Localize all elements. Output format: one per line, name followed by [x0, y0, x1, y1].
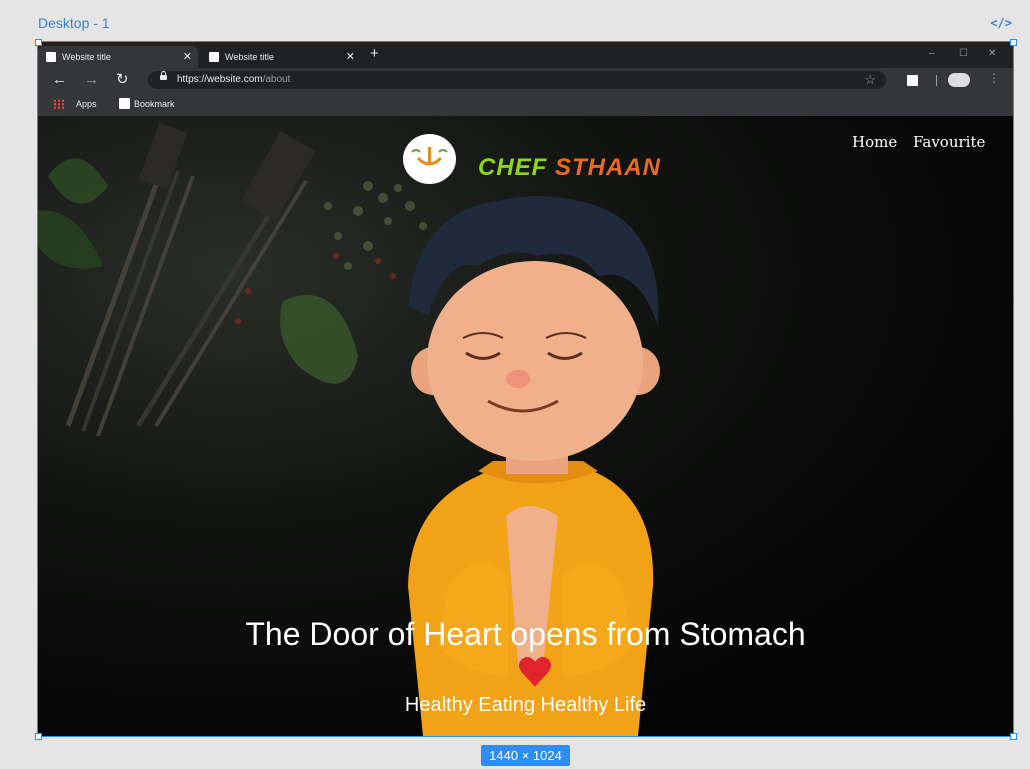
heart-icon [518, 656, 552, 687]
close-window-icon[interactable]: ✕ [988, 48, 996, 59]
tab-title: Website title [225, 52, 274, 62]
bookmark-item[interactable]: Bookmark [134, 92, 175, 116]
code-view-icon[interactable]: </> [990, 16, 1012, 30]
back-arrow-icon[interactable]: ← [52, 71, 67, 89]
minimize-icon[interactable]: – [929, 48, 935, 59]
browser-tab[interactable]: Website title ✕ [201, 46, 361, 68]
resize-handle[interactable] [1010, 39, 1017, 46]
brand-logo-text: CHEF STHAAN [478, 154, 662, 181]
profile-avatar[interactable] [948, 73, 970, 87]
maximize-icon[interactable]: ☐ [959, 48, 968, 59]
apps-grid-icon[interactable] [53, 99, 65, 109]
close-tab-icon[interactable]: ✕ [346, 46, 355, 68]
browser-tab-bar: Website title ✕ Website title ✕ + – ☐ ✕ [38, 42, 1013, 68]
nav-favourite-link[interactable]: Favourite [913, 133, 985, 151]
nav-home-link[interactable]: Home [852, 133, 897, 151]
browser-menu-icon[interactable]: ⋮ [988, 71, 1000, 85]
browser-toolbar: ← → ↻ https://website.com/about ☆ ⋮ [38, 68, 1013, 92]
resize-handle[interactable] [1010, 733, 1017, 740]
resize-handle[interactable] [35, 733, 42, 740]
hero-subtitle: Healthy Eating Healthy Life [404, 694, 647, 716]
hero-title: The Door of Heart opens from Stomach [245, 616, 806, 652]
browser-tab-active[interactable]: Website title ✕ [38, 46, 198, 68]
tab-favicon-icon [46, 52, 56, 62]
page-content: Home Favourite CHEF STHAAN The Door of H… [38, 116, 1013, 736]
bookmark-star-icon[interactable]: ☆ [864, 71, 876, 89]
frame-size-badge: 1440 × 1024 [481, 745, 570, 766]
toolbar-divider [936, 75, 937, 86]
chef-logo[interactable] [403, 134, 456, 184]
close-tab-icon[interactable]: ✕ [183, 46, 192, 68]
desktop-frame[interactable]: Website title ✕ Website title ✕ + – ☐ ✕ … [37, 41, 1014, 737]
lock-icon [160, 71, 167, 80]
new-tab-button[interactable]: + [370, 45, 379, 62]
spoon-fork-logo-icon [411, 147, 448, 166]
tab-favicon-icon [209, 52, 219, 62]
bookmarks-bar: Apps Bookmark [38, 92, 1013, 116]
extension-icon[interactable] [907, 75, 918, 86]
url-text: https://website.com/about [177, 74, 291, 85]
forward-arrow-icon[interactable]: → [84, 71, 99, 89]
tab-title: Website title [62, 52, 111, 62]
address-bar[interactable]: https://website.com/about ☆ [148, 71, 886, 89]
bookmark-favicon-icon [119, 98, 130, 109]
reload-icon[interactable]: ↻ [116, 71, 129, 89]
bookmark-apps[interactable]: Apps [76, 92, 97, 116]
frame-label: Desktop - 1 [38, 15, 110, 31]
resize-handle[interactable] [35, 39, 42, 46]
